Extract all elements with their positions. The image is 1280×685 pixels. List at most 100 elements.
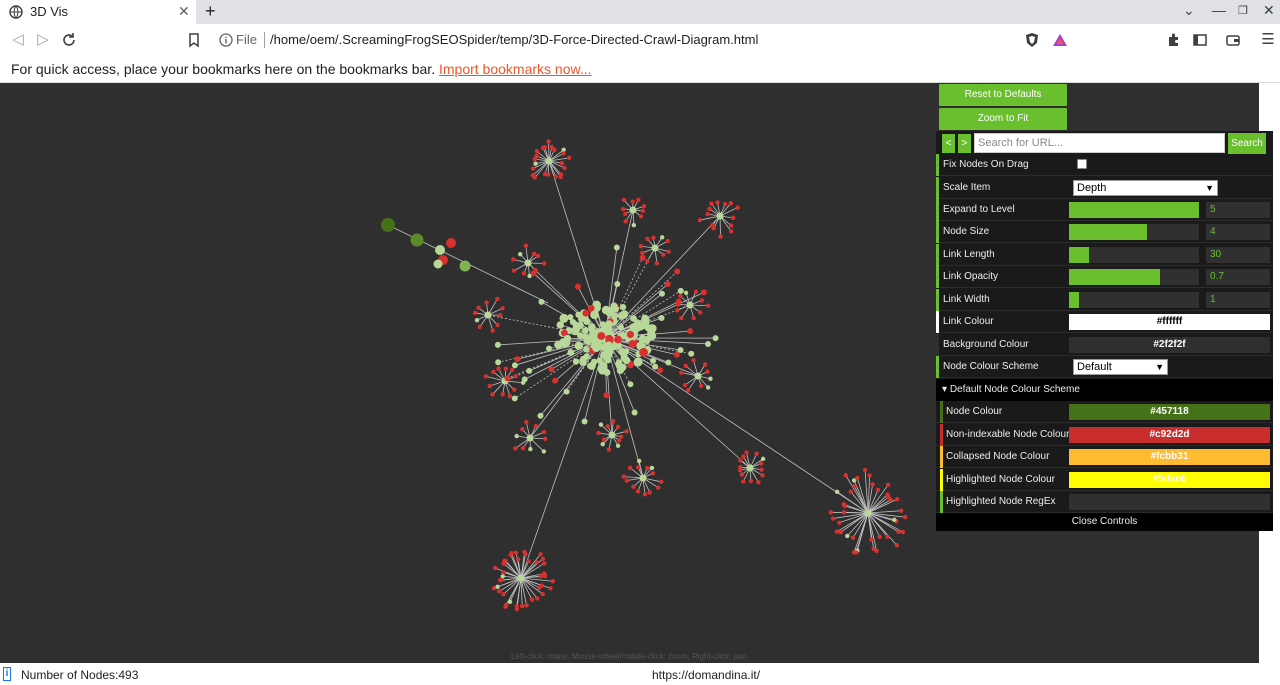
- graph-node[interactable]: [524, 603, 529, 608]
- graph-node[interactable]: [828, 510, 833, 515]
- new-tab-button[interactable]: +: [205, 1, 216, 22]
- graph-node[interactable]: [722, 202, 728, 207]
- graph-node[interactable]: [850, 535, 856, 540]
- graph-node[interactable]: [491, 369, 496, 375]
- graph-node[interactable]: [900, 529, 906, 535]
- graph-node[interactable]: [636, 458, 642, 464]
- graph-node[interactable]: [845, 533, 850, 539]
- graph-node[interactable]: [665, 238, 670, 244]
- graph-node[interactable]: [837, 520, 842, 525]
- graph-node[interactable]: [542, 261, 547, 266]
- graph-node[interactable]: [523, 552, 528, 557]
- graph-node[interactable]: [652, 363, 659, 370]
- graph-node[interactable]: [517, 574, 525, 582]
- graph-node[interactable]: [624, 478, 629, 483]
- graph-node[interactable]: [875, 487, 881, 493]
- graph-node[interactable]: [533, 161, 538, 166]
- graph-node[interactable]: [503, 558, 508, 563]
- graph-node[interactable]: [639, 347, 648, 357]
- graph-node[interactable]: [521, 271, 527, 276]
- graph-node[interactable]: [658, 290, 665, 297]
- minimize-icon[interactable]: —: [1212, 2, 1226, 18]
- graph-node[interactable]: [620, 310, 629, 319]
- background-colour-swatch[interactable]: #2f2f2f: [1069, 337, 1270, 353]
- graph-node[interactable]: [507, 393, 513, 399]
- graph-node[interactable]: [507, 599, 513, 604]
- graph-node[interactable]: [636, 197, 641, 203]
- highlighted-regex-input[interactable]: [1069, 494, 1270, 510]
- graph-node[interactable]: [526, 559, 531, 564]
- graph-node[interactable]: [495, 322, 500, 328]
- graph-node[interactable]: [679, 370, 684, 375]
- graph-node[interactable]: [741, 479, 746, 484]
- graph-node[interactable]: [503, 366, 509, 371]
- graph-node[interactable]: [735, 205, 740, 210]
- graph-node[interactable]: [459, 260, 471, 272]
- graph-node[interactable]: [651, 235, 656, 240]
- graph-node[interactable]: [650, 357, 657, 364]
- graph-node[interactable]: [504, 375, 511, 382]
- graph-node[interactable]: [677, 287, 684, 294]
- graph-node[interactable]: [705, 385, 711, 390]
- tab-search-chevron-icon[interactable]: ⌄: [1183, 2, 1195, 19]
- graph-node[interactable]: [618, 434, 624, 439]
- graph-node[interactable]: [601, 437, 607, 442]
- graph-node[interactable]: [631, 222, 637, 228]
- graph-node[interactable]: [664, 281, 671, 288]
- graph-node[interactable]: [673, 351, 680, 358]
- graph-node[interactable]: [642, 492, 648, 497]
- menu-icon[interactable]: ☰: [1258, 30, 1278, 50]
- graph-node[interactable]: [615, 360, 623, 369]
- node-size-input[interactable]: 4: [1206, 224, 1270, 240]
- wallet-icon[interactable]: [1225, 32, 1241, 48]
- url-search-input[interactable]: [974, 133, 1225, 153]
- graph-node[interactable]: [495, 296, 500, 302]
- graph-node[interactable]: [633, 319, 641, 326]
- graph-node[interactable]: [674, 268, 681, 275]
- graph-node[interactable]: [712, 335, 719, 342]
- graph-node[interactable]: [540, 591, 545, 597]
- info-icon[interactable]: [219, 33, 233, 47]
- rewards-triangle-icon[interactable]: [1052, 32, 1068, 48]
- graph-node[interactable]: [511, 268, 517, 273]
- graph-node[interactable]: [498, 313, 503, 318]
- link-length-input[interactable]: 30: [1206, 247, 1270, 263]
- graph-node[interactable]: [621, 197, 627, 203]
- graph-node[interactable]: [700, 289, 707, 296]
- address-url[interactable]: /home/oem/.ScreamingFrogSEOSpider/temp/3…: [270, 32, 758, 47]
- graph-node[interactable]: [709, 223, 715, 228]
- scale-item-select[interactable]: Depth ▼: [1073, 180, 1218, 196]
- expand-level-input[interactable]: 5: [1206, 202, 1270, 218]
- graph-node[interactable]: [558, 174, 563, 180]
- link-opacity-input[interactable]: 0.7: [1206, 269, 1270, 285]
- graph-node[interactable]: [616, 438, 622, 443]
- graph-node[interactable]: [512, 387, 517, 392]
- graph-node[interactable]: [446, 238, 456, 248]
- graph-node[interactable]: [841, 502, 846, 507]
- graph-node[interactable]: [490, 392, 495, 397]
- graph-node[interactable]: [658, 315, 665, 322]
- graph-node[interactable]: [647, 324, 657, 333]
- graph-node[interactable]: [592, 343, 601, 353]
- graph-node[interactable]: [517, 251, 523, 257]
- fix-nodes-checkbox[interactable]: [1077, 159, 1087, 169]
- graph-node[interactable]: [838, 529, 843, 535]
- graph-node[interactable]: [686, 301, 694, 309]
- graph-node[interactable]: [708, 376, 713, 381]
- graph-node[interactable]: [738, 464, 743, 470]
- graph-node[interactable]: [567, 314, 574, 321]
- graph-node[interactable]: [535, 253, 541, 259]
- graph-node[interactable]: [705, 303, 711, 308]
- link-colour-swatch[interactable]: #ffffff: [1069, 314, 1270, 330]
- collapsed-colour-swatch[interactable]: #fcbb31: [1069, 449, 1270, 465]
- graph-node[interactable]: [531, 166, 536, 171]
- graph-node[interactable]: [500, 574, 505, 579]
- graph-node[interactable]: [596, 430, 601, 436]
- graph-node[interactable]: [758, 461, 764, 466]
- restore-icon[interactable]: ❐: [1238, 4, 1248, 17]
- default-scheme-folder[interactable]: ▾ Default Node Colour Scheme: [936, 379, 1273, 401]
- graph-node[interactable]: [683, 290, 689, 295]
- graph-node[interactable]: [538, 552, 543, 557]
- graph-node[interactable]: [579, 358, 587, 366]
- graph-node[interactable]: [638, 214, 644, 219]
